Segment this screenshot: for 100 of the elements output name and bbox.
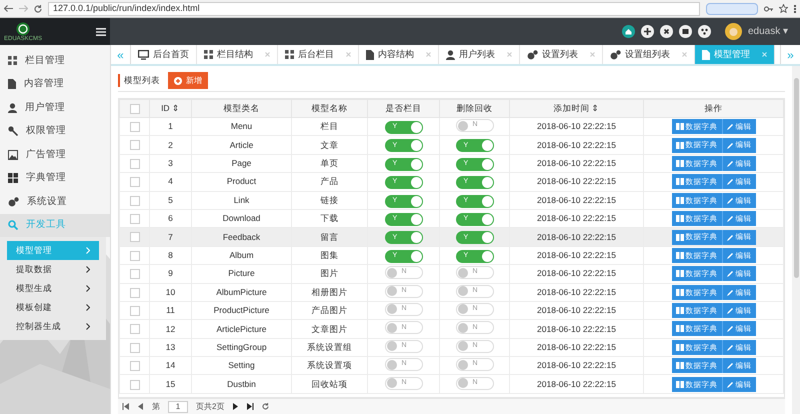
checkbox[interactable] <box>130 232 140 242</box>
close-icon[interactable] <box>660 25 673 38</box>
grid-icon <box>8 56 17 66</box>
pencil-icon <box>726 178 734 186</box>
sidebar-item[interactable]: 广告管理 <box>0 143 110 166</box>
add-button[interactable]: 新增 <box>168 72 208 89</box>
pencil-icon <box>726 288 734 296</box>
chevron-right-icon <box>86 304 90 311</box>
checkbox[interactable] <box>130 269 140 280</box>
tab[interactable]: 栏目结构 <box>197 45 278 64</box>
tab[interactable]: 后台首页 <box>131 45 197 64</box>
extension-button[interactable] <box>706 2 758 14</box>
sidebar-item[interactable]: 用户管理 <box>0 96 110 120</box>
column-header: ID ⇕ <box>161 103 180 114</box>
checkbox[interactable] <box>130 324 140 334</box>
table-cell: 产品 <box>320 176 338 186</box>
forward-arrow-icon[interactable] <box>19 5 28 12</box>
checkbox[interactable] <box>130 214 140 224</box>
table-cell: Menu <box>230 121 252 132</box>
checkbox[interactable] <box>130 342 140 353</box>
table-cell: 10 <box>166 286 176 297</box>
menu-icon[interactable] <box>96 28 106 36</box>
gears-icon <box>610 50 621 60</box>
table-cell: 15 <box>166 378 176 389</box>
last-page-icon[interactable] <box>247 403 254 410</box>
table-cell: 1 <box>168 121 173 132</box>
submenu-item[interactable]: 模型管理 <box>7 241 99 260</box>
submenu-item[interactable]: 模型生成 <box>0 279 106 298</box>
submenu-item[interactable]: 模板创建 <box>0 298 106 317</box>
plus-icon[interactable] <box>640 25 654 38</box>
home-icon[interactable] <box>622 25 635 38</box>
logo-icon <box>16 22 30 36</box>
tab[interactable]: 后台栏目 <box>278 45 359 64</box>
first-page-icon[interactable] <box>122 403 129 410</box>
star-icon[interactable] <box>779 4 788 13</box>
sidebar-item[interactable]: 内容管理 <box>0 72 110 96</box>
table-cell: Article <box>230 140 254 150</box>
sidebar-item[interactable]: 栏目管理 <box>0 49 110 72</box>
column-header: 操作 <box>704 103 722 114</box>
table-cell: 相册图片 <box>312 286 348 297</box>
table-cell: Download <box>222 213 260 224</box>
checkbox[interactable] <box>130 177 140 188</box>
book-icon <box>676 270 684 278</box>
user-menu[interactable]: eduask ▾ <box>748 24 788 39</box>
submenu-item[interactable]: 控制器生成 <box>0 317 106 336</box>
document-icon <box>702 50 710 60</box>
table-cell: 2018-06-10 22:22:15 <box>537 232 616 242</box>
checkbox[interactable] <box>130 380 140 390</box>
table-cell: 8 <box>168 250 173 260</box>
tabs-prev-button[interactable]: « <box>111 45 131 64</box>
checkbox[interactable] <box>130 306 140 316</box>
plus-circle-icon <box>174 76 182 84</box>
pencil-icon <box>726 234 734 241</box>
dots-icon[interactable] <box>698 25 711 38</box>
checkbox[interactable] <box>130 104 140 114</box>
table-cell: 2018-06-10 22:22:15 <box>537 378 616 389</box>
table-cell: 回收站项 <box>312 378 348 389</box>
table-cell: ProductPicture <box>214 305 270 316</box>
table-cell: Product <box>226 176 256 186</box>
sidebar-item[interactable]: 字典管理 <box>0 166 110 190</box>
pencil-icon <box>726 142 734 149</box>
chevron-right-icon <box>86 323 90 330</box>
table-cell: Page <box>232 158 252 168</box>
scrollbar[interactable] <box>792 66 800 414</box>
checkbox[interactable] <box>130 361 140 372</box>
tab[interactable]: 模型管理 <box>695 45 775 64</box>
table-cell: 2 <box>168 140 173 150</box>
sidebar-item[interactable]: 权限管理 <box>0 120 110 143</box>
scrollbar-thumb[interactable] <box>794 78 798 278</box>
tab[interactable]: 内容结构 <box>359 45 439 64</box>
search-icon <box>8 220 18 230</box>
checkbox[interactable] <box>130 196 140 206</box>
checkbox[interactable] <box>130 122 140 132</box>
sidebar-item[interactable]: 开发工具 <box>0 214 110 237</box>
checkbox[interactable] <box>130 158 140 169</box>
tabs-next-button[interactable]: » <box>780 45 800 64</box>
checkbox[interactable] <box>130 288 140 298</box>
checkbox[interactable] <box>130 140 140 150</box>
pencil-icon <box>726 252 734 259</box>
checkbox[interactable] <box>130 250 140 261</box>
table-cell: Link <box>234 194 250 205</box>
reload-icon[interactable] <box>34 4 42 12</box>
submenu-item[interactable]: 提取数据 <box>0 260 106 279</box>
avatar-icon[interactable] <box>724 23 742 40</box>
page-input[interactable]: 1 <box>168 400 188 412</box>
previous-page-icon[interactable] <box>137 403 144 410</box>
refresh-icon[interactable] <box>262 403 270 410</box>
book-icon <box>676 344 684 351</box>
back-arrow-icon[interactable] <box>4 5 13 12</box>
address-bar[interactable]: 127.0.0.1/public/run/index/index.html <box>48 2 700 16</box>
next-page-icon[interactable] <box>232 403 240 410</box>
book-icon <box>676 196 684 204</box>
image-icon[interactable] <box>678 25 692 38</box>
key-icon[interactable] <box>764 6 773 12</box>
table-cell: AlbumPicture <box>216 286 267 297</box>
panel-title: 模型列表 <box>118 74 160 87</box>
tab[interactable]: 用户列表 <box>439 45 520 64</box>
sidebar-item[interactable]: 系统设置 <box>0 190 110 214</box>
tab[interactable]: 设置列表 <box>520 45 603 64</box>
column-header: 是否栏目 <box>386 103 422 114</box>
